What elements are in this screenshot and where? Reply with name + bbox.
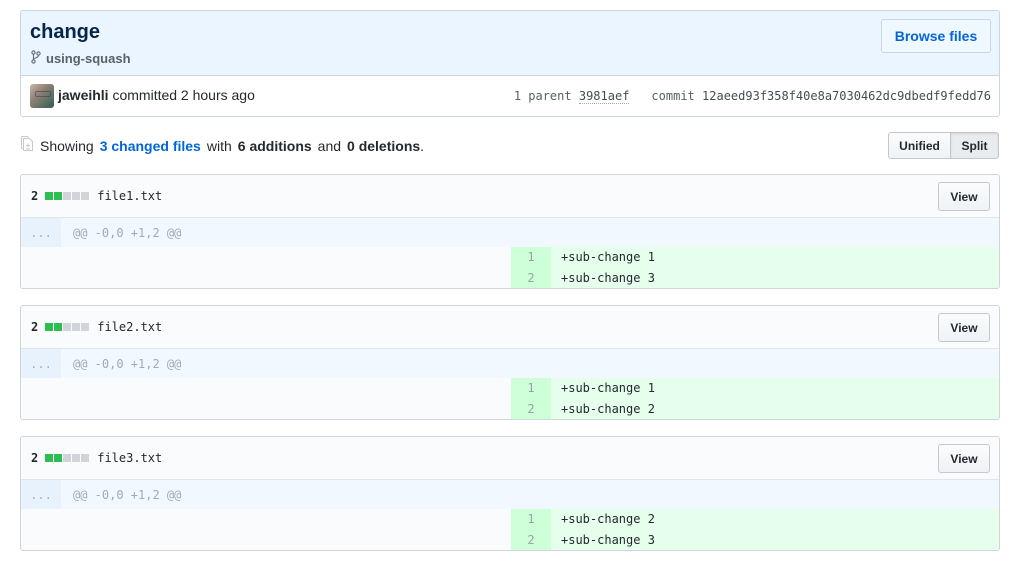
hunk-header: @@ -0,0 +1,2 @@	[73, 225, 182, 240]
diffstat-block-neutral	[81, 323, 90, 331]
hunk-header: @@ -0,0 +1,2 @@	[73, 487, 182, 502]
hunk-header-row: ... @@ -0,0 +1,2 @@	[21, 218, 999, 247]
diffstat-count: 2	[31, 189, 39, 203]
deletions-count: 0 deletions	[347, 137, 421, 154]
diff-line: 2 +sub-change 3	[21, 530, 999, 550]
added-code-line: +sub-change 3	[551, 268, 999, 288]
view-file-button[interactable]: View	[938, 444, 990, 473]
expand-hunk-button[interactable]: ...	[21, 349, 61, 378]
diffstat-block-neutral	[72, 192, 81, 200]
browse-files-button[interactable]: Browse files	[881, 19, 991, 53]
diffstat-block-added	[45, 454, 54, 462]
file-name[interactable]: file1.txt	[97, 189, 162, 203]
diff-line: 2 +sub-change 3	[21, 268, 999, 288]
expand-hunk-button[interactable]: ...	[21, 480, 61, 509]
line-number[interactable]: 2	[511, 399, 551, 419]
diffstat-block-neutral	[63, 454, 72, 462]
avatar[interactable]	[30, 84, 54, 108]
unified-view-button[interactable]: Unified	[888, 132, 951, 159]
file-diff: 2 file1.txt View ... @@ -0,0 +1,2 @@ 1 +…	[20, 174, 1000, 289]
diffstat-block-added	[54, 192, 63, 200]
commit-header: change using-squash Browse files jaweihl…	[20, 10, 1000, 117]
additions-count: 6 additions	[237, 137, 312, 154]
changed-files-link[interactable]: 3 changed files	[100, 138, 201, 154]
diffstat-block-neutral	[63, 192, 72, 200]
added-code-line: +sub-change 2	[551, 399, 999, 419]
author-line: jaweihli committed 2 hours ago	[58, 87, 255, 103]
commit-sha: 12aeed93f358f40e8a7030462dc9dbedf9fedd76	[702, 89, 991, 103]
file-name[interactable]: file2.txt	[97, 320, 162, 334]
summary-with: with	[206, 137, 232, 154]
diffstat-block-neutral	[72, 454, 81, 462]
diffstat-block-added	[54, 454, 63, 462]
added-code-line: +sub-change 2	[551, 509, 999, 530]
empty-left-side	[21, 509, 511, 530]
diffstat-bar	[45, 323, 90, 331]
added-code-line: +sub-change 1	[551, 247, 999, 268]
added-code-line: +sub-change 3	[551, 530, 999, 550]
diff-line: 2 +sub-change 2	[21, 399, 999, 419]
view-file-button[interactable]: View	[938, 182, 990, 211]
file-diff: 2 file3.txt View ... @@ -0,0 +1,2 @@ 1 +…	[20, 436, 1000, 551]
file-diff: 2 file2.txt View ... @@ -0,0 +1,2 @@ 1 +…	[20, 305, 1000, 420]
branch-name: using-squash	[46, 51, 131, 66]
diffstat-bar	[45, 192, 90, 200]
summary-period: .	[420, 137, 425, 154]
commit-title-section: change using-squash Browse files	[21, 11, 999, 76]
file-header: 2 file3.txt View	[21, 437, 999, 480]
diff-line: 1 +sub-change 2	[21, 509, 999, 530]
diffstat-block-neutral	[72, 323, 81, 331]
expand-hunk-button[interactable]: ...	[21, 218, 61, 247]
commit-info: commit 12aeed93f358f40e8a7030462dc9dbedf…	[651, 89, 991, 103]
parent-info: 1 parent 3981aef	[513, 89, 630, 104]
diffstat-block-neutral	[81, 454, 90, 462]
empty-left-side	[21, 247, 511, 268]
branch-label[interactable]: using-squash	[30, 50, 131, 67]
author-link[interactable]: jaweihli	[58, 87, 109, 103]
file-header: 2 file1.txt View	[21, 175, 999, 218]
added-code-line: +sub-change 1	[551, 378, 999, 399]
summary-prefix: Showing	[40, 137, 94, 154]
hunk-header-row: ... @@ -0,0 +1,2 @@	[21, 480, 999, 509]
parent-sha-link[interactable]: 3981aef	[578, 89, 630, 104]
diff-view-toggle: Unified Split	[888, 132, 999, 159]
line-number[interactable]: 2	[511, 268, 551, 288]
file-header: 2 file2.txt View	[21, 306, 999, 349]
line-number[interactable]: 2	[511, 530, 551, 550]
empty-left-side	[21, 530, 511, 550]
hunk-header-row: ... @@ -0,0 +1,2 @@	[21, 349, 999, 378]
file-name[interactable]: file3.txt	[97, 451, 162, 465]
diffstat-block-added	[45, 192, 54, 200]
empty-left-side	[21, 378, 511, 399]
view-file-button[interactable]: View	[938, 313, 990, 342]
diffstat-block-neutral	[81, 192, 90, 200]
line-number[interactable]: 1	[511, 509, 551, 530]
commit-title: change	[30, 21, 101, 43]
summary-and: and	[317, 137, 342, 154]
commit-meta-row: jaweihli committed 2 hours ago 1 parent …	[21, 76, 999, 116]
parent-count: 1 parent	[513, 89, 572, 103]
diff-line: 1 +sub-change 1	[21, 378, 999, 399]
diff-summary: Showing 3 changed files with 6 additions…	[20, 136, 424, 155]
diffstat-block-neutral	[63, 323, 72, 331]
diffstat-block-added	[54, 323, 63, 331]
diff-line: 1 +sub-change 1	[21, 247, 999, 268]
diffstat-bar	[45, 454, 90, 462]
diffstat-count: 2	[31, 320, 39, 334]
empty-left-side	[21, 268, 511, 288]
branch-icon	[30, 50, 42, 67]
split-view-button[interactable]: Split	[951, 132, 999, 159]
committed-time: committed 2 hours ago	[112, 87, 255, 103]
commit-meta: 1 parent 3981aef commit 12aeed93f358f40e…	[513, 89, 991, 104]
line-number[interactable]: 1	[511, 378, 551, 399]
file-diff-icon	[20, 136, 34, 155]
line-number[interactable]: 1	[511, 247, 551, 268]
commit-label: commit	[651, 89, 695, 103]
diffstat-count: 2	[31, 451, 39, 465]
diffstat-block-added	[45, 323, 54, 331]
hunk-header: @@ -0,0 +1,2 @@	[73, 356, 182, 371]
empty-left-side	[21, 399, 511, 419]
